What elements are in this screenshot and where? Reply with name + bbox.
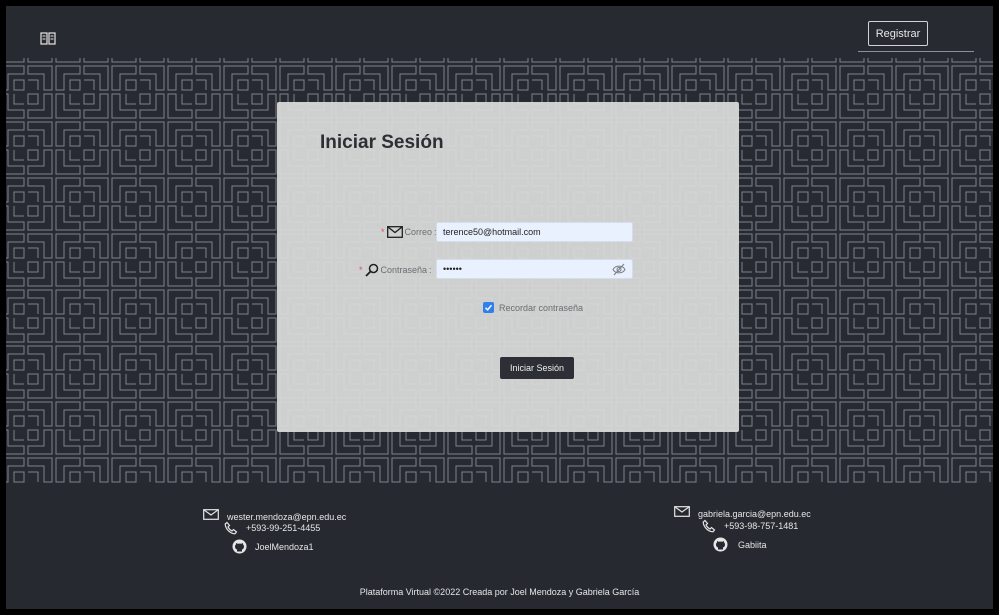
required-mark: *: [359, 265, 363, 275]
contact-github[interactable]: Gabiita: [738, 540, 767, 550]
github-icon: [713, 537, 728, 552]
required-mark: *: [381, 227, 385, 237]
login-button[interactable]: Iniciar Sesión: [500, 357, 574, 379]
eye-off-icon[interactable]: [612, 263, 626, 276]
contact-email[interactable]: gabriela.garcia@epn.edu.ec: [698, 509, 811, 519]
check-icon: [484, 304, 493, 311]
contact-email-row: gabriela.garcia@epn.edu.ec: [674, 503, 811, 519]
book-open-icon[interactable]: [40, 32, 56, 46]
header: Registrar: [6, 6, 993, 58]
phone-icon: [224, 521, 238, 535]
password-label-group: * Contraseña:: [359, 263, 432, 277]
email-label-group: * Correo:: [381, 226, 437, 238]
label-colon: :: [429, 265, 432, 275]
password-field[interactable]: ••••••: [436, 259, 633, 279]
mail-icon: [203, 508, 219, 520]
email-value: terence50@hotmail.com: [443, 227, 541, 237]
contact-github[interactable]: JoelMendoza1: [255, 542, 314, 552]
email-field[interactable]: terence50@hotmail.com: [436, 222, 633, 242]
footer: wester.mendoza@epn.edu.ec +593-99-251-44…: [6, 483, 993, 609]
contact-phone: +593-99-251-4455: [246, 523, 321, 533]
contact-email-row: wester.mendoza@epn.edu.ec: [203, 506, 346, 522]
remember-checkbox[interactable]: [483, 302, 494, 313]
contact-phone-row: +593-98-757-1481: [702, 519, 798, 533]
mail-icon: [386, 226, 403, 238]
mail-icon: [674, 505, 690, 517]
contact-phone-row: +593-99-251-4455: [224, 521, 320, 535]
login-title: Iniciar Sesión: [320, 132, 444, 153]
footer-copyright: Plataforma Virtual ©2022 Creada por Joel…: [359, 587, 640, 597]
remember-label: Recordar contraseña: [499, 302, 584, 313]
remember-password-toggle[interactable]: Recordar contraseña: [483, 302, 583, 313]
app-window: Registrar Iniciar Sesión * Correo terenc…: [6, 6, 993, 609]
phone-icon: [702, 519, 716, 533]
register-button[interactable]: Registrar: [868, 21, 928, 46]
contact-github-row: Gabiita: [713, 537, 767, 552]
password-value: ••••••: [443, 264, 462, 274]
header-divider: [858, 51, 974, 52]
login-card: Iniciar Sesión * Correo: terence50@hotma…: [277, 102, 739, 432]
key-icon: [364, 263, 378, 277]
email-label: Correo: [404, 227, 433, 237]
password-label: Contraseña: [380, 265, 428, 275]
contact-phone: +593-98-757-1481: [724, 521, 799, 531]
contact-github-row: JoelMendoza1: [232, 539, 314, 554]
github-icon: [232, 539, 247, 554]
